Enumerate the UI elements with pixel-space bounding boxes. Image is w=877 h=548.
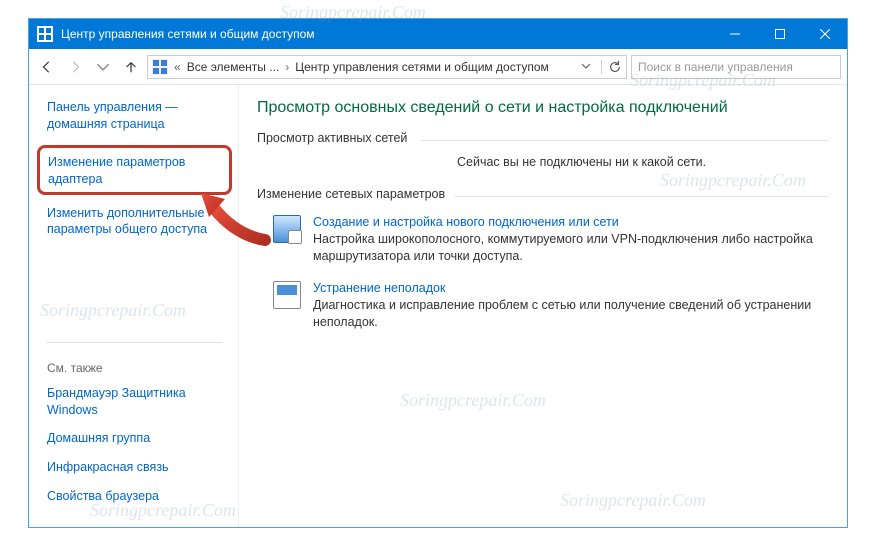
window-title: Центр управления сетями и общим доступом [61,27,712,41]
address-bar[interactable]: « Все элементы ... › Центр управления се… [147,55,627,79]
breadcrumb-prefix: « [172,60,183,74]
connection-icon [273,215,301,243]
change-settings-label: Изменение сетевых параметров [257,187,445,201]
page-heading: Просмотр основных сведений о сети и наст… [257,99,829,117]
troubleshoot-item: Устранение неполадок Диагностика и испра… [273,281,829,331]
breadcrumb-item[interactable]: Центр управления сетями и общим доступом [295,60,549,74]
refresh-button[interactable] [601,60,622,74]
minimize-button[interactable] [712,19,757,49]
search-input[interactable] [638,60,834,74]
divider [421,140,829,141]
sidebar-item-home[interactable]: Панель управления — домашняя страница [47,99,222,133]
search-box[interactable] [631,55,841,79]
divider [455,196,829,197]
active-networks-status: Сейчас вы не подключены ни к какой сети. [257,155,829,169]
address-dropdown[interactable] [579,60,593,74]
see-also-label: См. также [47,361,222,375]
sidebar-item-firewall[interactable]: Брандмауэр Защитника Windows [47,385,222,419]
window-buttons [712,19,847,49]
annotation-highlight: Изменение параметров адаптера [37,145,232,195]
change-settings-row: Изменение сетевых параметров [257,187,829,205]
control-panel-icon [152,59,168,75]
troubleshoot-desc: Диагностика и исправление проблем с сеть… [313,297,829,331]
breadcrumb-item[interactable]: Все элементы ... [187,60,280,74]
sidebar-item-infrared[interactable]: Инфракрасная связь [47,459,222,476]
window-frame: Центр управления сетями и общим доступом… [28,18,848,528]
chevron-right-icon: › [283,60,291,74]
content-area: Панель управления — домашняя страница Из… [29,85,847,527]
sidebar-item-browser[interactable]: Свойства браузера [47,488,222,505]
back-button[interactable] [35,55,59,79]
forward-button[interactable] [63,55,87,79]
sidebar-item-homegroup[interactable]: Домашняя группа [47,430,222,447]
troubleshoot-link[interactable]: Устранение неполадок [313,281,829,295]
setup-connection-desc: Настройка широкополосного, коммутируемог… [313,231,829,265]
recent-dropdown[interactable] [91,55,115,79]
active-networks-row: Просмотр активных сетей [257,131,829,149]
sidebar: Панель управления — домашняя страница Из… [29,85,239,527]
close-button[interactable] [802,19,847,49]
navbar: « Все элементы ... › Центр управления се… [29,49,847,85]
up-button[interactable] [119,55,143,79]
setup-connection-link[interactable]: Создание и настройка нового подключения … [313,215,829,229]
app-icon [37,26,53,42]
sidebar-item-sharing-settings[interactable]: Изменить дополнительные параметры общего… [47,205,222,239]
divider [47,342,222,343]
active-networks-label: Просмотр активных сетей [257,131,407,145]
sidebar-item-adapter-settings[interactable]: Изменение параметров адаптера [48,154,221,188]
troubleshoot-icon [273,281,301,309]
main-panel: Просмотр основных сведений о сети и наст… [239,85,847,527]
setup-connection-item: Создание и настройка нового подключения … [273,215,829,265]
titlebar: Центр управления сетями и общим доступом [29,19,847,49]
maximize-button[interactable] [757,19,802,49]
